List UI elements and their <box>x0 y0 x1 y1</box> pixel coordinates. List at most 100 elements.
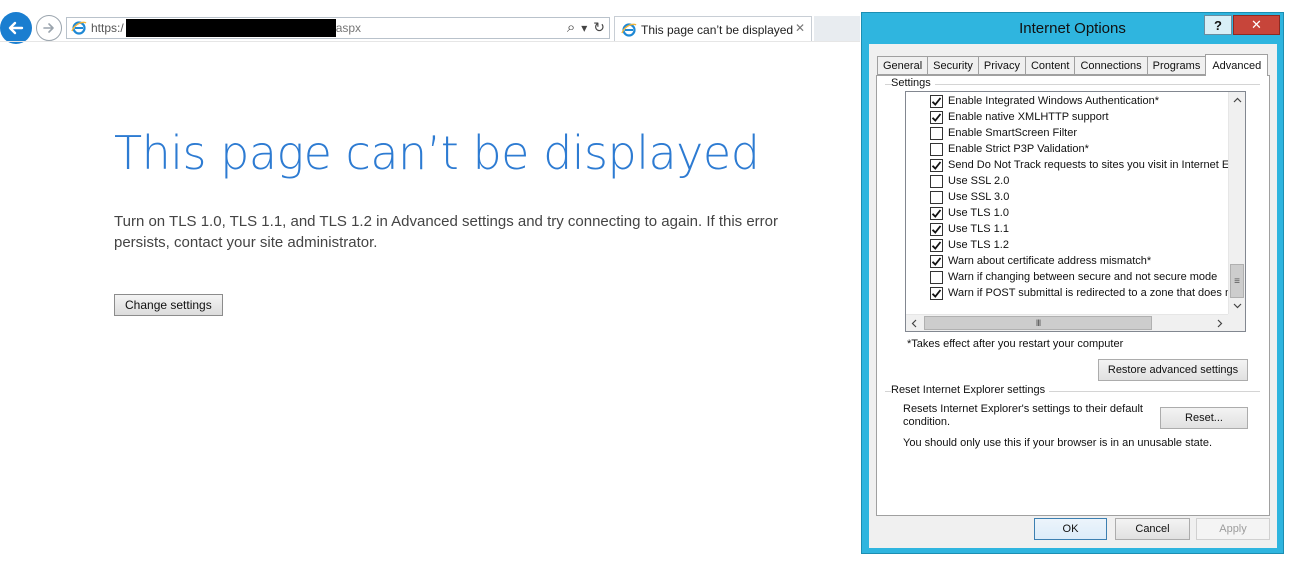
reset-button[interactable]: Reset... <box>1160 407 1248 429</box>
setting-row[interactable]: Warn if changing between secure and not … <box>930 269 1217 285</box>
setting-row[interactable]: Warn about certificate address mismatch* <box>930 253 1151 269</box>
address-tools: ⌕ ▾ ↻ <box>567 19 605 36</box>
dialog-tabs: General Security Privacy Content Connect… <box>877 54 1269 76</box>
vertical-scroll-thumb[interactable]: ≡ <box>1230 264 1244 298</box>
tab-security[interactable]: Security <box>927 56 978 75</box>
setting-label: Enable native XMLHTTP support <box>948 111 1109 123</box>
checkbox[interactable] <box>930 174 943 188</box>
browser-toolbar: https:/ aspx ⌕ ▾ ↻ This page can’t be di… <box>0 0 860 44</box>
checkbox[interactable] <box>930 126 943 140</box>
internet-options-dialog: Internet Options ? ✕ General Security Pr… <box>861 12 1284 554</box>
ok-button[interactable]: OK <box>1034 518 1107 540</box>
reset-description: Resets Internet Explorer's settings to t… <box>903 403 1143 428</box>
new-tab-area[interactable] <box>814 16 860 42</box>
vertical-scrollbar[interactable]: ≡ <box>1228 92 1245 314</box>
setting-row[interactable]: Enable Strict P3P Validation* <box>930 141 1089 157</box>
setting-label: Enable Strict P3P Validation* <box>948 143 1089 155</box>
checkbox[interactable] <box>930 222 943 236</box>
browser-tab[interactable]: This page can’t be displayed ✕ <box>614 16 812 42</box>
scroll-left-icon[interactable] <box>906 315 922 331</box>
error-title: This page can’t be displayed <box>114 126 760 180</box>
change-settings-button[interactable]: Change settings <box>114 294 223 316</box>
setting-row[interactable]: Warn if POST submittal is redirected to … <box>930 285 1228 301</box>
grip-icon: III <box>1035 318 1041 328</box>
scrollbar-corner <box>1228 314 1245 331</box>
dialog-body: General Security Privacy Content Connect… <box>869 44 1277 548</box>
setting-label: Use TLS 1.0 <box>948 207 1009 219</box>
ie-logo-icon <box>621 22 637 37</box>
tab-programs[interactable]: Programs <box>1146 56 1206 75</box>
horizontal-scrollbar[interactable]: III <box>906 314 1228 331</box>
tab-advanced[interactable]: Advanced <box>1205 54 1269 76</box>
address-bar[interactable]: https:/ aspx ⌕ ▾ ↻ <box>66 17 610 39</box>
apply-button[interactable]: Apply <box>1196 518 1270 540</box>
checkmark-icon <box>931 256 942 266</box>
error-message: Turn on TLS 1.0, TLS 1.1, and TLS 1.2 in… <box>114 213 779 251</box>
setting-label: Send Do Not Track requests to sites you … <box>948 159 1228 171</box>
scroll-up-icon[interactable] <box>1229 92 1245 108</box>
tab-title: This page can’t be displayed <box>641 22 794 37</box>
cancel-button[interactable]: Cancel <box>1115 518 1190 540</box>
checkbox[interactable] <box>930 254 943 268</box>
setting-row[interactable]: Enable SmartScreen Filter <box>930 125 1077 141</box>
setting-row[interactable]: Use SSL 2.0 <box>930 173 1009 189</box>
setting-label: Enable Integrated Windows Authentication… <box>948 95 1159 107</box>
forward-button[interactable] <box>36 15 62 41</box>
back-button[interactable] <box>0 12 32 44</box>
tab-content[interactable]: Content <box>1024 56 1075 75</box>
checkmark-icon <box>931 288 942 298</box>
setting-row[interactable]: Use TLS 1.0 <box>930 205 1009 221</box>
tab-general[interactable]: General <box>877 56 928 75</box>
setting-label: Warn if changing between secure and not … <box>948 271 1218 283</box>
checkbox[interactable] <box>930 238 943 252</box>
restart-note: *Takes effect after you restart your com… <box>907 338 1124 350</box>
checkmark-icon <box>931 160 942 170</box>
checkmark-icon <box>931 112 942 122</box>
settings-list-rows: Enable Integrated Windows Authentication… <box>906 92 1228 314</box>
checkmark-icon <box>931 224 942 234</box>
setting-label: Warn about certificate address mismatch* <box>948 255 1152 267</box>
help-button[interactable]: ? <box>1204 15 1232 35</box>
checkmark-icon <box>931 208 942 218</box>
tab-privacy[interactable]: Privacy <box>977 56 1025 75</box>
checkbox[interactable] <box>930 94 943 108</box>
close-tab-icon[interactable]: ✕ <box>795 21 805 35</box>
back-arrow-icon <box>8 21 24 35</box>
setting-row[interactable]: Use SSL 3.0 <box>930 189 1009 205</box>
restore-advanced-settings-button[interactable]: Restore advanced settings <box>1098 359 1248 381</box>
horizontal-scroll-thumb[interactable]: III <box>924 316 1152 330</box>
checkmark-icon <box>931 96 942 106</box>
dropdown-icon[interactable]: ▾ <box>581 21 587 35</box>
checkbox[interactable] <box>930 286 943 300</box>
scroll-right-icon[interactable] <box>1212 315 1228 331</box>
setting-row[interactable]: Enable native XMLHTTP support <box>930 109 1109 125</box>
search-icon[interactable]: ⌕ <box>567 19 575 36</box>
url-suffix: aspx <box>335 21 362 35</box>
url-redaction <box>125 19 336 37</box>
settings-group-divider <box>885 84 1260 85</box>
setting-label: Use SSL 2.0 <box>948 175 1010 187</box>
scroll-down-icon[interactable] <box>1229 298 1245 314</box>
dialog-close-button[interactable]: ✕ <box>1233 15 1280 35</box>
advanced-tab-panel: Settings Enable Integrated Windows Authe… <box>876 75 1270 516</box>
tab-connections[interactable]: Connections <box>1074 56 1147 75</box>
setting-label: Warn if POST submittal is redirected to … <box>948 287 1228 299</box>
setting-label: Use SSL 3.0 <box>948 191 1010 203</box>
checkbox[interactable] <box>930 142 943 156</box>
setting-row[interactable]: Use TLS 1.2 <box>930 237 1009 253</box>
refresh-icon[interactable]: ↻ <box>593 19 605 36</box>
setting-label: Use TLS 1.2 <box>948 239 1009 251</box>
settings-group-label: Settings <box>891 77 935 89</box>
checkbox[interactable] <box>930 206 943 220</box>
forward-arrow-icon <box>43 23 54 33</box>
setting-row[interactable]: Send Do Not Track requests to sites you … <box>930 157 1228 173</box>
checkbox[interactable] <box>930 270 943 284</box>
url-text: https:/ <box>91 21 124 35</box>
checkbox[interactable] <box>930 110 943 124</box>
checkbox[interactable] <box>930 158 943 172</box>
settings-list[interactable]: Enable Integrated Windows Authentication… <box>905 91 1246 332</box>
setting-row[interactable]: Enable Integrated Windows Authentication… <box>930 93 1159 109</box>
setting-row[interactable]: Use TLS 1.1 <box>930 221 1009 237</box>
checkmark-icon <box>931 240 942 250</box>
checkbox[interactable] <box>930 190 943 204</box>
